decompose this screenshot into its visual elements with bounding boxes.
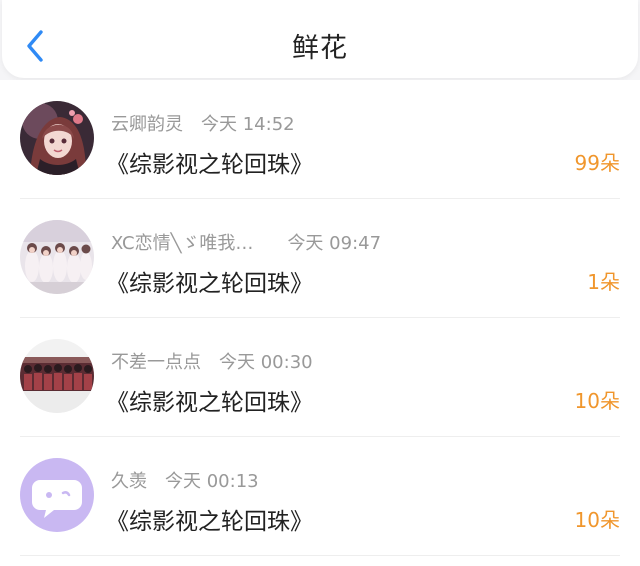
meta-line: 久羡 今天 00:13 xyxy=(111,467,259,493)
flower-count: 10朵 xyxy=(574,508,620,532)
meta-line: 不差一点点 今天 00:30 xyxy=(111,348,313,374)
user-name: 久羡 xyxy=(111,471,147,492)
flowers-page: 鲜花 云卿韵灵 今天 14:52 《综影视之轮回珠》 99朵 XC恋情╲ゞ唯我…… xyxy=(0,0,640,566)
top-bar: 鲜花 xyxy=(2,0,638,78)
user-name: 不差一点点 xyxy=(111,352,201,373)
avatar[interactable] xyxy=(20,339,94,413)
meta-line: 云卿韵灵 今天 14:52 xyxy=(111,110,295,136)
avatar[interactable] xyxy=(20,458,94,532)
user-name: 云卿韵灵 xyxy=(111,114,183,135)
timestamp: 今天 00:13 xyxy=(165,471,259,492)
meta-line: XC恋情╲ゞ唯我… 今天 09:47 xyxy=(111,229,381,255)
list-item[interactable]: XC恋情╲ゞ唯我… 今天 09:47 《综影视之轮回珠》 1朵 xyxy=(0,199,640,318)
flower-count: 10朵 xyxy=(574,389,620,413)
page-title: 鲜花 xyxy=(292,33,348,64)
list-item[interactable]: 不差一点点 今天 00:30 《综影视之轮回珠》 10朵 xyxy=(0,318,640,437)
book-title: 《综影视之轮回珠》 xyxy=(106,509,313,535)
timestamp: 今天 00:30 xyxy=(219,352,313,373)
gift-list: 云卿韵灵 今天 14:52 《综影视之轮回珠》 99朵 XC恋情╲ゞ唯我… 今天… xyxy=(0,80,640,566)
flower-count: 99朵 xyxy=(574,151,620,175)
timestamp: 今天 09:47 xyxy=(287,233,382,254)
book-title: 《综影视之轮回珠》 xyxy=(106,152,313,178)
book-title: 《综影视之轮回珠》 xyxy=(106,390,313,416)
list-item[interactable]: 云卿韵灵 今天 14:52 《综影视之轮回珠》 99朵 xyxy=(0,80,640,199)
avatar[interactable] xyxy=(20,101,94,175)
list-item[interactable]: 久羡 今天 00:13 《综影视之轮回珠》 10朵 xyxy=(0,437,640,556)
avatar[interactable] xyxy=(20,220,94,294)
flower-count: 1朵 xyxy=(587,270,620,294)
timestamp: 今天 14:52 xyxy=(201,114,295,135)
book-title: 《综影视之轮回珠》 xyxy=(106,271,313,297)
user-name: XC恋情╲ゞ唯我… xyxy=(111,233,254,254)
